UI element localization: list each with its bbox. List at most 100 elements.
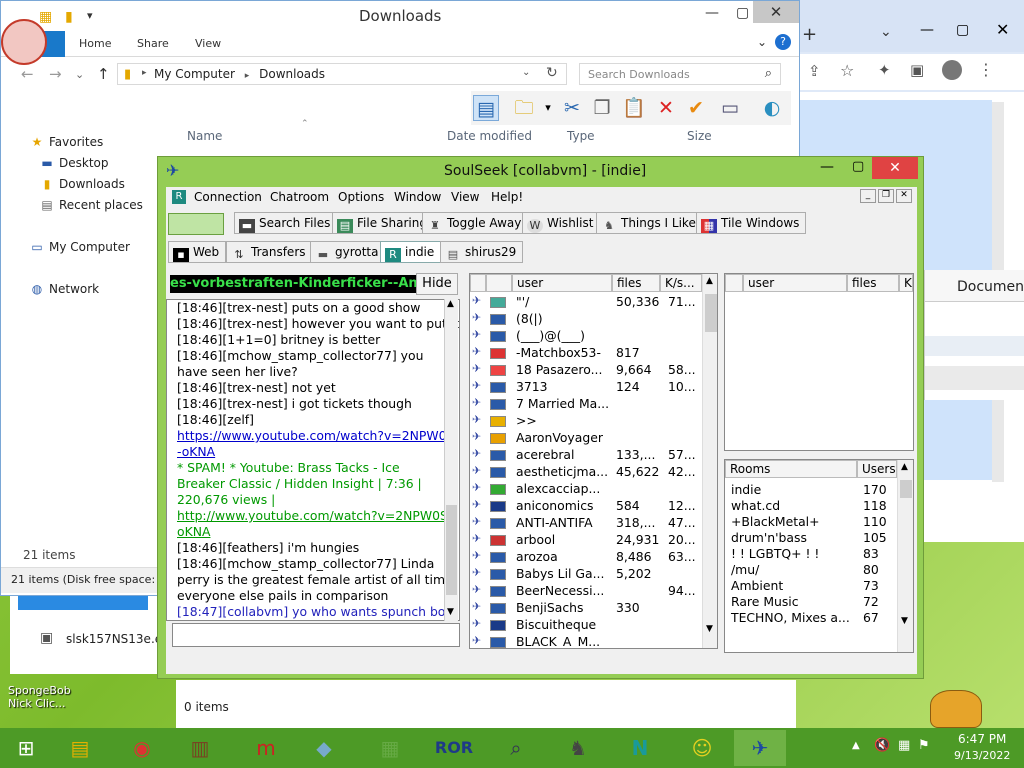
user-row[interactable]: ✈ acerebral 133,... 57... [470,447,717,464]
user-col-user[interactable]: user [512,274,612,292]
room-row[interactable]: TECHNO, Mixes a... 67 [725,610,897,626]
tab-share[interactable]: Share [137,37,169,50]
chat-link[interactable]: http://www.youtube.com/watch?v=2NPW0S- [167,508,459,524]
view-pane-icon[interactable]: ▤ [473,95,499,121]
right-col-files[interactable]: files [847,274,899,292]
side-panel-icon[interactable]: ▣ [910,61,924,79]
maximize-icon[interactable]: ▢ [956,22,969,38]
scroll-down-icon[interactable]: ▼ [447,607,454,617]
address-segment-computer[interactable]: My Computer [154,67,235,81]
chevron-up-icon[interactable]: ▲ [852,740,860,751]
room-row[interactable]: Rare Music 72 [725,594,897,610]
chevron-down-icon[interactable]: ⌄ [880,24,892,40]
user-row[interactable]: ✈ aniconomics 584 12... [470,498,717,515]
app-menu-icon[interactable]: R [172,190,186,204]
desktop-icon-label[interactable]: SpongeBob Nick Clic... [8,684,88,710]
maximize-icon[interactable]: ▢ [852,159,864,174]
user-row[interactable]: ✈ (8(|) [470,311,717,328]
scroll-down-icon[interactable]: ▼ [706,624,713,634]
scroll-up-icon[interactable]: ▲ [706,276,713,286]
cut-icon[interactable]: ✂ [559,95,585,121]
address-segment-downloads[interactable]: Downloads [259,67,325,81]
new-tab-icon[interactable]: + [802,24,817,45]
mdi-close-icon[interactable]: ✕ [896,189,912,203]
user-row[interactable]: ✈ -Matchbox53- 817 [470,345,717,362]
user-row[interactable]: ✈ (___)@(___) [470,328,717,345]
user-row[interactable]: ✈ >> [470,413,717,430]
room-user-list[interactable]: user files K/s... ✈ "'/50,336 71... ✈ (8(|) ✈… [469,273,718,649]
file-item[interactable]: slsk157NS13e.e [66,632,162,646]
address-bar[interactable]: ▮ ▸ My Computer ▸ Downloads ⌄ ↻ [117,63,567,85]
explorer-taskbar-icon[interactable]: ▤ [54,730,106,766]
room-row[interactable]: drum'n'bass 105 [725,530,897,546]
user-row[interactable]: ✈ ANTI-ANTIFA 318,... 47... [470,515,717,532]
flag-tray-icon[interactable]: ⚑ [918,738,930,753]
user-row[interactable]: ✈ Babys Lil Ga... 5,202 [470,566,717,583]
user-row[interactable]: ✈ AaronVoyager [470,430,717,447]
scroll-up-icon[interactable]: ▲ [901,462,908,472]
installer-icon[interactable]: ▣ [40,630,53,646]
rooms-col-users[interactable]: Users [857,460,897,478]
tab-view[interactable]: View [195,37,221,50]
close-icon[interactable]: ✕ [996,20,1009,39]
scroll-up-icon[interactable]: ▲ [447,299,454,309]
user-list-scrollbar[interactable]: ▲ ▼ [702,274,717,648]
maximize-icon[interactable]: ▢ [736,5,749,21]
copy-icon[interactable]: ❐ [589,95,615,121]
chat-scrollbar[interactable]: ▲ ▼ [444,299,458,621]
refresh-icon[interactable]: ↻ [546,65,558,81]
user-row[interactable]: ✈ "'/ 50,336 71... [470,294,717,311]
paint-taskbar-icon[interactable]: ◆ [298,730,350,766]
magnifier-taskbar-icon[interactable]: ⌕ [490,730,542,766]
chevron-down-icon[interactable]: ⌄ [75,68,84,81]
user-row[interactable]: ✈ BLACK_A_M... [470,634,717,648]
room-row[interactable]: what.cd 118 [725,498,897,514]
tab-home[interactable]: Home [79,37,111,50]
wishlist-button[interactable]: W Wishlist [522,212,601,234]
minimize-icon[interactable]: — [820,159,834,175]
chevron-down-icon[interactable]: ▾ [87,9,93,22]
taskbar-time[interactable]: 6:47 PM [958,732,1006,746]
tab-shirus29[interactable]: ▤ shirus29 [440,241,524,263]
ror-taskbar-icon[interactable]: ROR [428,730,480,766]
tab-gyrotta[interactable]: ▬ gyrotta [310,241,386,263]
rooms-scrollbar[interactable]: ▲ ▼ [897,460,913,652]
user-row[interactable]: ✈ 7 Married Ma... [470,396,717,413]
nav-network[interactable]: ◍ Network [29,282,99,296]
user-col-flag[interactable] [486,274,512,292]
share-icon[interactable]: ⇪ [808,62,821,80]
chat-link[interactable]: -oKNA [167,444,459,460]
network-tray-icon[interactable]: ▦ [898,738,910,753]
mdi-minimize-icon[interactable]: _ [860,189,876,203]
user-row[interactable]: ✈ aestheticjma... 45,622 42... [470,464,717,481]
toggle-away-button[interactable]: ♜ Toggle Away [422,212,529,234]
search-icon[interactable]: ⌕ [765,66,772,81]
right-col-user[interactable]: user [743,274,847,292]
kebab-menu-icon[interactable]: ⋮ [978,60,994,79]
rooms-col-name[interactable]: Rooms [725,460,857,478]
folder-icon[interactable]: ▮ [65,9,73,25]
menu-connection[interactable]: Connection [194,190,262,204]
paste-icon[interactable]: 📋 [621,95,647,121]
rename-icon[interactable]: ▭ [717,95,743,121]
user-row[interactable]: ✈ 3713 124 10... [470,379,717,396]
back-arrow-icon[interactable]: ← [21,65,34,83]
search-input[interactable]: Search Downloads ⌕ [579,63,781,85]
folder-options-icon[interactable]: 🗀 [511,95,537,121]
up-arrow-icon[interactable]: ↑ [97,65,110,83]
room-row[interactable]: /mu/80 [725,562,897,578]
nav-recent-places[interactable]: ▤ Recent places [39,198,143,212]
chat-input[interactable] [172,623,460,647]
user-row[interactable]: ✈ BeerNecessi... 94... [470,583,717,600]
search-files-button[interactable]: ▬ Search Files [234,212,338,234]
n-taskbar-icon[interactable]: N [614,730,666,766]
column-size[interactable]: Size [687,129,712,143]
room-row[interactable]: indie 170 [725,482,897,498]
winrar-taskbar-icon[interactable]: ▥ [174,730,226,766]
help-icon[interactable]: ? [775,34,791,50]
menu-options[interactable]: Options [338,190,384,204]
user-row[interactable]: ✈ arbool 24,931 20... [470,532,717,549]
taskbar-date[interactable]: 9/13/2022 [954,749,1010,762]
chat-link[interactable]: https://www.youtube.com/watch?v=2NPW0S [167,428,459,444]
minimize-icon[interactable]: — [705,5,719,21]
